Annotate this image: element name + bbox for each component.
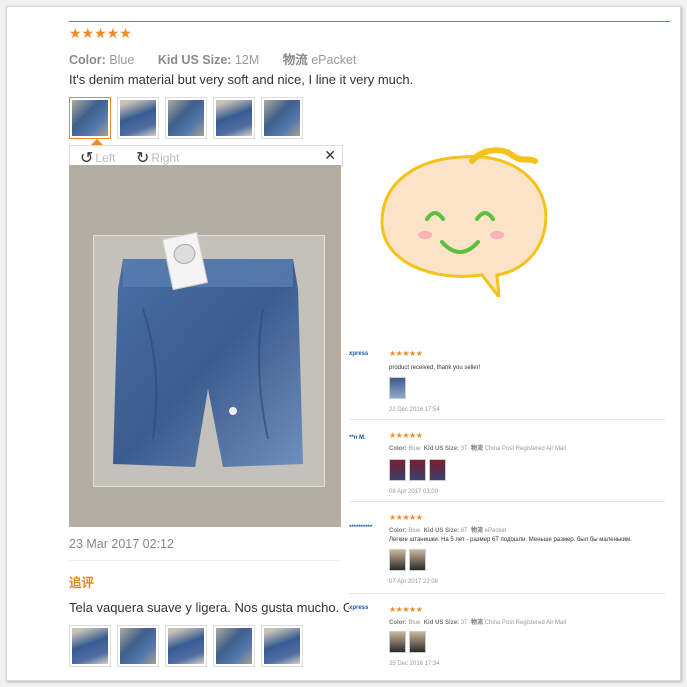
review-photo	[69, 165, 341, 527]
review-date: 25 Dec 2016 17:34	[389, 661, 440, 667]
divider	[69, 560, 341, 561]
size-label: Kid US Size:	[157, 53, 232, 67]
review-images	[389, 459, 446, 481]
rotate-right-label: Right	[151, 151, 180, 165]
review-date: 08 Apr 2017 03:00	[389, 489, 439, 495]
reviewer-name[interactable]: xpress	[349, 351, 368, 357]
review-date: 07 Apr 2017 22:08	[389, 579, 439, 585]
thumbnail[interactable]	[409, 459, 426, 481]
thumbnail-4[interactable]	[213, 625, 255, 667]
review-images	[389, 549, 426, 571]
followup-label: 追评	[69, 576, 95, 590]
review-date: 22 Dec 2016 17:54	[389, 407, 440, 413]
screenshot-frame: ★★★★★ Color: Blue Kid US Size: 12M 物流 eP…	[6, 6, 681, 681]
divider	[69, 21, 670, 22]
thumbnail-2[interactable]	[117, 97, 159, 139]
followup-thumbnails	[69, 625, 303, 667]
thumbnail-1[interactable]	[69, 625, 111, 667]
thumbnail-3[interactable]	[165, 625, 207, 667]
divider	[349, 419, 665, 420]
review-meta: Color: Blue Kid US Size: 3T 物流 China Pos…	[389, 446, 567, 452]
thumbnail-4[interactable]	[213, 97, 255, 139]
rating-stars: ★★★★★	[389, 349, 423, 358]
review-date: 23 Mar 2017 02:12	[69, 537, 174, 551]
review-meta: Color: Blue Kid US Size: 12M 物流 ePacket	[69, 49, 376, 68]
rating-stars: ★★★★★	[389, 513, 423, 522]
thumbnail-5[interactable]	[261, 625, 303, 667]
thumbnail[interactable]	[389, 549, 406, 571]
followup-text: Tela vaquera suave y ligera. Nos gusta m…	[69, 600, 351, 615]
thumbnail[interactable]	[409, 549, 426, 571]
divider	[349, 501, 665, 502]
reviewer-name[interactable]: **********	[349, 525, 372, 531]
review-images	[389, 377, 406, 399]
close-icon[interactable]: ✕	[324, 147, 336, 164]
rating-stars: ★★★★★	[69, 25, 132, 41]
thumbnail[interactable]	[389, 459, 406, 481]
thumbnail-2[interactable]	[117, 625, 159, 667]
review-text: product received, thank you seller!	[389, 365, 481, 371]
color-value: Blue	[109, 53, 135, 67]
thumbnail[interactable]	[429, 459, 446, 481]
thumbnail[interactable]	[409, 631, 426, 653]
thumbnail[interactable]	[389, 631, 406, 653]
review-thumbnails	[69, 97, 303, 139]
divider	[349, 593, 665, 594]
rating-stars: ★★★★★	[389, 431, 423, 440]
size-value: 12M	[234, 53, 260, 67]
smiley-bubble-icon	[380, 147, 547, 297]
reviewer-name[interactable]: **n M.	[349, 435, 366, 441]
review-meta: Color: Blue Kid US Size: 3T 物流 China Pos…	[389, 620, 567, 626]
review-meta: Color: Blue Kid US Size: 6T 物流 ePacket	[389, 528, 507, 534]
thumbnail-1[interactable]	[69, 97, 111, 139]
other-reviews-panel: xpress ★★★★★ product received, thank you…	[349, 345, 665, 675]
reviewer-name[interactable]: xpress	[349, 605, 368, 611]
thumbnail-5[interactable]	[261, 97, 303, 139]
shipping-label: 物流	[282, 53, 308, 67]
review-images	[389, 631, 426, 653]
review-text: It's denim material but very soft and ni…	[69, 72, 414, 87]
rotate-left-label: Left	[95, 151, 116, 165]
review-text: Легкие штанишки. На 5 лет - размер 6T по…	[389, 537, 632, 543]
thumbnail[interactable]	[389, 377, 406, 399]
color-label: Color:	[69, 53, 106, 67]
shipping-value: ePacket	[311, 53, 357, 67]
rating-stars: ★★★★★	[389, 605, 423, 614]
thumbnail-3[interactable]	[165, 97, 207, 139]
image-viewer-toolbar: ↺ Left ↻ Right ✕	[69, 145, 343, 167]
